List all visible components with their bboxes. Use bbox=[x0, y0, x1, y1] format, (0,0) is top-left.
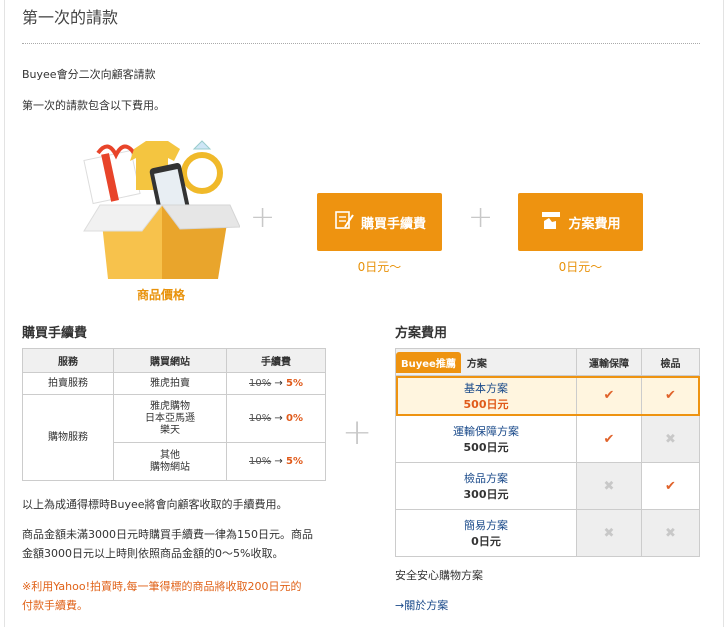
shipping-cell: ✔ bbox=[576, 415, 642, 463]
site-name: 其他 bbox=[160, 449, 180, 461]
fee-cell: 10% → 5% bbox=[226, 442, 326, 481]
cross-icon: ✖ bbox=[665, 525, 676, 541]
plan-price: 500日元 bbox=[463, 397, 509, 411]
box-icon bbox=[83, 204, 240, 279]
plan-fee-button-label: 方案費用 bbox=[568, 216, 621, 232]
site-name: 雅虎購物 bbox=[150, 400, 190, 412]
fee-note-2b: 金額3000日元以上時則依照商品金額的0〜5%收取。 bbox=[22, 547, 284, 560]
check-icon: ✔ bbox=[603, 431, 615, 447]
check-icon: ✔ bbox=[665, 388, 676, 403]
plan-section-title: 方案費用 bbox=[395, 326, 448, 341]
arrow: → bbox=[274, 412, 283, 424]
plus-icon: + bbox=[342, 412, 373, 453]
old-fee: 10% bbox=[249, 455, 272, 467]
plan-row-shipping[interactable]: 運輸保障方案 500日元 ✔ ✖ bbox=[395, 415, 700, 463]
purchase-fee-button[interactable]: 購買手續費 bbox=[317, 193, 442, 251]
fee-table: 服務 購買網站 手續費 拍賣服務 雅虎拍賣 10% → 5% 購物服務 雅虎購物… bbox=[22, 348, 326, 481]
new-fee: 5% bbox=[286, 377, 303, 389]
new-fee: 5% bbox=[286, 455, 303, 467]
fee-section-title: 購買手續費 bbox=[22, 326, 88, 341]
plan-header-plan: Buyee推薦 方案 bbox=[395, 348, 577, 376]
site-cell: 雅虎拍賣 bbox=[113, 372, 227, 395]
table-row: 購物服務 雅虎購物 日本亞馬遜 樂天 10% → 0% bbox=[22, 394, 326, 481]
table-row: 拍賣服務 雅虎拍賣 10% → 5% bbox=[22, 372, 326, 395]
plan-header-inspect: 檢品 bbox=[641, 348, 700, 376]
fee-header-service: 服務 bbox=[22, 348, 114, 373]
plan-cell: 運輸保障方案 500日元 bbox=[395, 415, 577, 463]
document-pen-icon bbox=[333, 209, 355, 235]
plan-cell: 檢品方案 300日元 bbox=[395, 462, 577, 510]
goods-price-label: 商品價格 bbox=[136, 288, 185, 302]
plan-table: Buyee推薦 方案 運輸保障 檢品 基本方案 500日元 ✔ ✔ 運輸保障方案 … bbox=[395, 348, 700, 557]
recommended-badge: Buyee推薦 bbox=[396, 351, 461, 373]
plan-cell: 基本方案 500日元 bbox=[395, 375, 577, 416]
check-icon: ✔ bbox=[603, 388, 615, 403]
plan-row-simple[interactable]: 簡易方案 0日元 ✖ ✖ bbox=[395, 509, 700, 557]
plus-icon: + bbox=[250, 200, 276, 235]
fee-header-fee: 手續費 bbox=[226, 348, 326, 373]
site-name: 購物網站 bbox=[150, 461, 190, 473]
site-name: 日本亞馬遜 bbox=[145, 412, 195, 424]
fee-note-3b: 付款手續費。 bbox=[22, 599, 88, 612]
plan-price: 500日元 bbox=[463, 441, 509, 454]
inspect-cell: ✔ bbox=[641, 375, 700, 416]
hand-card-icon bbox=[540, 209, 562, 235]
old-fee: 10% bbox=[249, 412, 272, 424]
site-name: 樂天 bbox=[160, 424, 180, 436]
fee-cell: 10% → 0% bbox=[226, 394, 326, 443]
plus-icon: + bbox=[468, 200, 494, 235]
new-fee: 0% bbox=[286, 412, 303, 424]
service-cell: 購物服務 bbox=[22, 394, 114, 481]
about-plans-link[interactable]: →關於方案 bbox=[395, 597, 448, 613]
plan-price: 300日元 bbox=[463, 488, 509, 501]
plan-cell: 簡易方案 0日元 bbox=[395, 509, 577, 557]
goods-box-illustration bbox=[83, 140, 240, 279]
plan-fee-button[interactable]: 方案費用 bbox=[518, 193, 643, 251]
intro-text-1: Buyee會分二次向顧客請款 bbox=[22, 68, 156, 81]
service-cell: 拍賣服務 bbox=[22, 372, 114, 395]
fee-note-1: 以上為成通得標時Buyee將會向顧客收取的手續費用。 bbox=[22, 498, 288, 511]
plan-fee-price: 0日元〜 bbox=[558, 260, 603, 274]
plan-name: 檢品方案 bbox=[464, 472, 508, 485]
plan-row-basic[interactable]: 基本方案 500日元 ✔ ✔ bbox=[395, 375, 700, 416]
cross-icon: ✖ bbox=[603, 525, 615, 541]
plan-name: 運輸保障方案 bbox=[453, 425, 519, 438]
arrow: → bbox=[274, 377, 283, 389]
shipping-cell: ✖ bbox=[576, 462, 642, 510]
fee-note-2a: 商品金額未滿3000日元時購買手續費一律為150日元。商品 bbox=[22, 528, 313, 541]
shipping-cell: ✔ bbox=[576, 375, 642, 416]
intro-text-2: 第一次的請款包含以下費用。 bbox=[22, 99, 165, 112]
plan-header-shipping: 運輸保障 bbox=[576, 348, 642, 376]
arrow: → bbox=[274, 455, 283, 467]
site-cell: 雅虎購物 日本亞馬遜 樂天 bbox=[113, 394, 227, 443]
purchase-fee-button-label: 購買手續費 bbox=[360, 216, 426, 232]
cross-icon: ✖ bbox=[665, 431, 676, 447]
page-title: 第一次的請款 bbox=[22, 8, 119, 27]
plan-price: 0日元 bbox=[471, 535, 501, 548]
title-divider bbox=[22, 43, 700, 44]
site-cell: 其他 購物網站 bbox=[113, 442, 227, 481]
safety-plan-text: 安全安心購物方案 bbox=[395, 569, 483, 582]
inspect-cell: ✖ bbox=[641, 415, 700, 463]
cross-icon: ✖ bbox=[603, 478, 615, 494]
inspect-cell: ✔ bbox=[641, 462, 700, 510]
fee-header-site: 購買網站 bbox=[113, 348, 227, 373]
old-fee: 10% bbox=[249, 377, 272, 389]
fee-note-3a: ※利用Yahoo!拍賣時,每一筆得標的商品將收取200日元的 bbox=[22, 580, 302, 593]
gift-icon bbox=[83, 144, 141, 205]
plan-row-inspection[interactable]: 檢品方案 300日元 ✖ ✔ bbox=[395, 462, 700, 510]
check-icon: ✔ bbox=[665, 478, 676, 494]
fee-cell: 10% → 5% bbox=[226, 372, 326, 395]
plan-header-label: 方案 bbox=[466, 358, 487, 370]
plan-name: 基本方案 bbox=[464, 381, 508, 395]
shipping-cell: ✖ bbox=[576, 509, 642, 557]
inspect-cell: ✖ bbox=[641, 509, 700, 557]
ring-icon bbox=[181, 140, 223, 194]
purchase-fee-price: 0日元〜 bbox=[357, 260, 402, 274]
plan-name: 簡易方案 bbox=[464, 519, 508, 532]
